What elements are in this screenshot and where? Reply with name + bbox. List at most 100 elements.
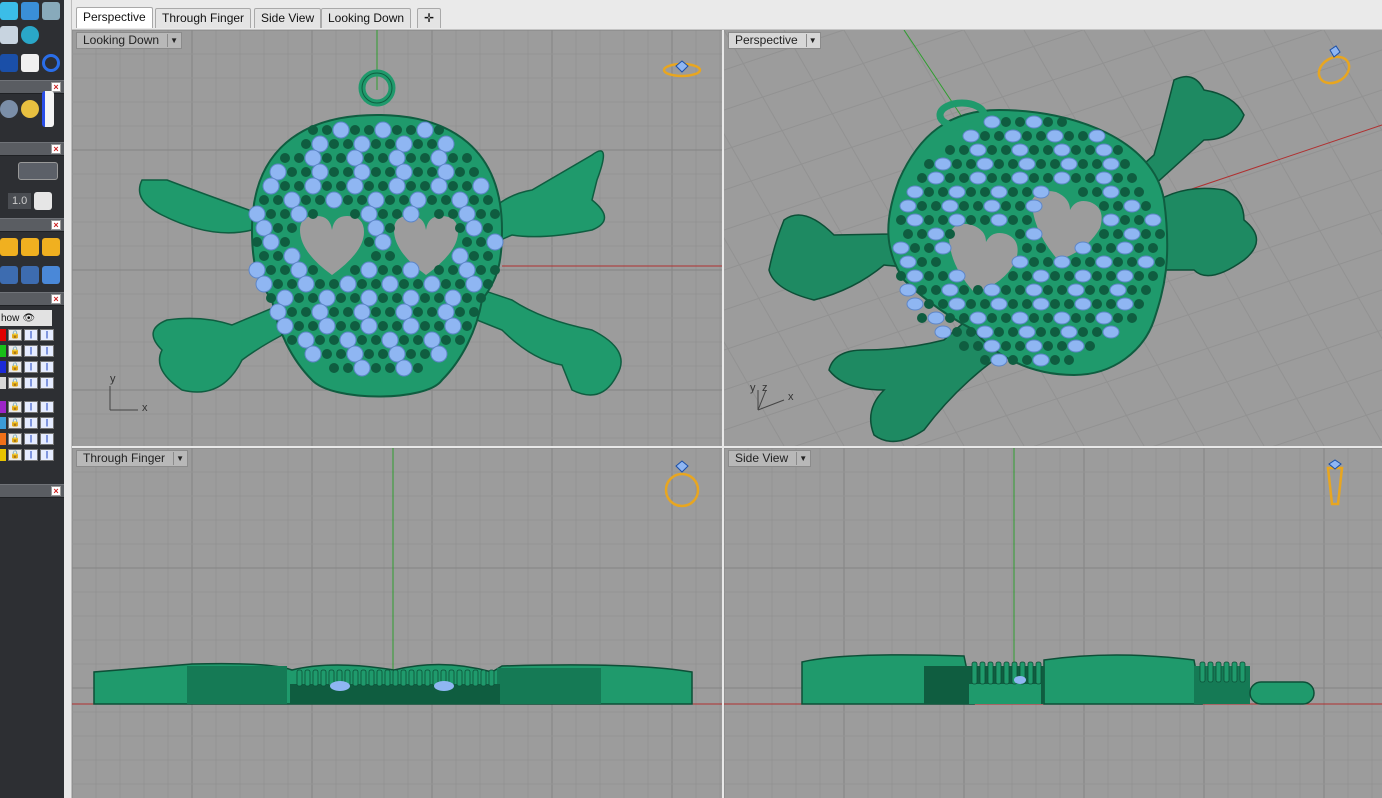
show-label: how [1, 312, 20, 324]
tab-through-finger[interactable]: Through Finger [155, 8, 252, 28]
layer-print-toggle[interactable]: | [40, 417, 54, 429]
layer-print-toggle[interactable]: | [40, 401, 54, 413]
sphere-icon[interactable] [21, 26, 39, 44]
transform-icon[interactable] [0, 266, 18, 284]
lock-icon[interactable]: 🔒 [8, 329, 22, 341]
ring-icon[interactable] [42, 54, 60, 72]
layer-print-toggle[interactable]: | [40, 449, 54, 461]
layer-row[interactable]: 🔒 | | [0, 400, 60, 414]
close-icon[interactable]: × [51, 294, 61, 304]
layer-row[interactable]: 🔒 | | [0, 432, 60, 446]
viewport-label[interactable]: Looking Down ▼ [76, 32, 183, 49]
layer-color-swatch[interactable] [0, 417, 6, 429]
viewport-perspective[interactable]: Perspective ▼ y z x [724, 30, 1382, 446]
slider-icon[interactable] [42, 91, 54, 127]
viewport-menu-dropdown-icon[interactable]: ▼ [796, 452, 809, 465]
viewport-side-view[interactable]: Side View ▼ [724, 448, 1382, 798]
add-viewport-icon[interactable]: ✛ [417, 8, 441, 28]
layer-print-toggle[interactable]: | [40, 377, 54, 389]
tab-looking-down[interactable]: Looking Down [321, 8, 412, 28]
layer-visibility-toggle[interactable]: | [24, 449, 38, 461]
viewport-menu-dropdown-icon[interactable]: ▼ [173, 452, 186, 465]
layout-icon[interactable] [0, 238, 18, 256]
bead [371, 335, 381, 345]
lock-icon[interactable]: 🔒 [8, 377, 22, 389]
lock-icon[interactable]: 🔒 [8, 433, 22, 445]
tab-side-view[interactable]: Side View [254, 8, 322, 28]
layer-visibility-toggle[interactable]: | [24, 345, 38, 357]
cut-icon[interactable] [21, 54, 39, 72]
bead [315, 279, 325, 289]
layer-row[interactable]: 🔒 | | [0, 416, 60, 430]
tab-perspective[interactable]: Perspective [76, 7, 153, 28]
network-icon[interactable] [42, 2, 60, 20]
layer-color-swatch[interactable] [0, 377, 6, 389]
layer-visibility-toggle[interactable]: | [24, 377, 38, 389]
size-value[interactable]: 1.0 [8, 193, 32, 209]
layout-3-icon[interactable] [42, 238, 60, 256]
compass-icon[interactable] [0, 100, 18, 118]
layer-print-toggle[interactable]: | [40, 433, 54, 445]
layer-visibility-toggle[interactable]: | [24, 401, 38, 413]
gem-stone [962, 129, 980, 143]
sidebar-splitter[interactable] [64, 0, 72, 798]
viewport-through-finger[interactable]: Through Finger ▼ [72, 448, 722, 798]
viewport-looking-down[interactable]: Looking Down ▼ y x [72, 30, 722, 446]
layer-color-swatch[interactable] [0, 401, 6, 413]
layer-visibility-toggle[interactable]: | [24, 361, 38, 373]
layout-2-icon[interactable] [21, 238, 39, 256]
rotate-icon[interactable] [42, 266, 60, 284]
eye-icon[interactable]: 👁 [22, 313, 35, 324]
curve-icon[interactable] [0, 26, 18, 44]
horizontal-viewport-splitter[interactable] [72, 446, 1382, 448]
ring-top-view-icon[interactable] [660, 58, 704, 86]
close-icon[interactable]: × [51, 220, 61, 230]
lock-icon[interactable]: 🔒 [8, 449, 22, 461]
lock-icon[interactable]: 🔒 [8, 401, 22, 413]
bead [980, 215, 990, 225]
viewport-label[interactable]: Through Finger ▼ [76, 450, 189, 467]
layer-row[interactable]: 🔒 | | [0, 376, 60, 390]
bead [1064, 271, 1074, 281]
layer-print-toggle[interactable]: | [40, 345, 54, 357]
ring-side-view-icon[interactable] [1322, 458, 1348, 512]
grid-icon[interactable] [34, 192, 53, 210]
bead [938, 271, 948, 281]
layer-row[interactable]: 🔒 | | [0, 344, 60, 358]
cube-icon[interactable] [0, 2, 18, 20]
viewport-menu-dropdown-icon[interactable]: ▼ [167, 34, 180, 47]
layer-visibility-toggle[interactable]: | [24, 417, 38, 429]
gem-icon[interactable] [0, 54, 18, 72]
lock-icon[interactable]: 🔒 [8, 361, 22, 373]
layer-color-swatch[interactable] [0, 361, 6, 373]
layer-print-toggle[interactable]: | [40, 329, 54, 341]
ring-perspective-view-icon[interactable] [1312, 44, 1356, 88]
layer-color-swatch[interactable] [0, 329, 6, 341]
close-icon[interactable]: × [51, 486, 61, 496]
viewport-label[interactable]: Side View ▼ [728, 450, 812, 467]
layer-visibility-toggle[interactable]: | [24, 433, 38, 445]
ring-front-view-icon[interactable] [660, 458, 704, 512]
layer-print-toggle[interactable]: | [40, 361, 54, 373]
gem-stone [1025, 339, 1043, 353]
lock-icon[interactable]: 🔒 [8, 345, 22, 357]
material-icon[interactable] [21, 100, 39, 118]
layer-color-swatch[interactable] [0, 449, 6, 461]
bead [427, 195, 437, 205]
layer-color-swatch[interactable] [0, 433, 6, 445]
bead [280, 153, 290, 163]
layer-row[interactable]: 🔒 | | [0, 448, 60, 462]
lock-icon[interactable]: 🔒 [8, 417, 22, 429]
layer-visibility-toggle[interactable]: | [24, 329, 38, 341]
solid-box-icon[interactable] [21, 2, 39, 20]
viewport-label[interactable]: Perspective ▼ [728, 32, 821, 49]
gem-stone [444, 289, 462, 307]
layer-color-swatch[interactable] [0, 345, 6, 357]
layer-row[interactable]: 🔒 | | [0, 328, 60, 342]
snap-icon[interactable] [18, 162, 58, 180]
viewport-menu-dropdown-icon[interactable]: ▼ [805, 34, 819, 47]
layer-row[interactable]: 🔒 | | [0, 360, 60, 374]
close-icon[interactable]: × [51, 144, 61, 154]
vertical-viewport-splitter[interactable] [722, 30, 724, 798]
gumball-icon[interactable] [21, 266, 39, 284]
